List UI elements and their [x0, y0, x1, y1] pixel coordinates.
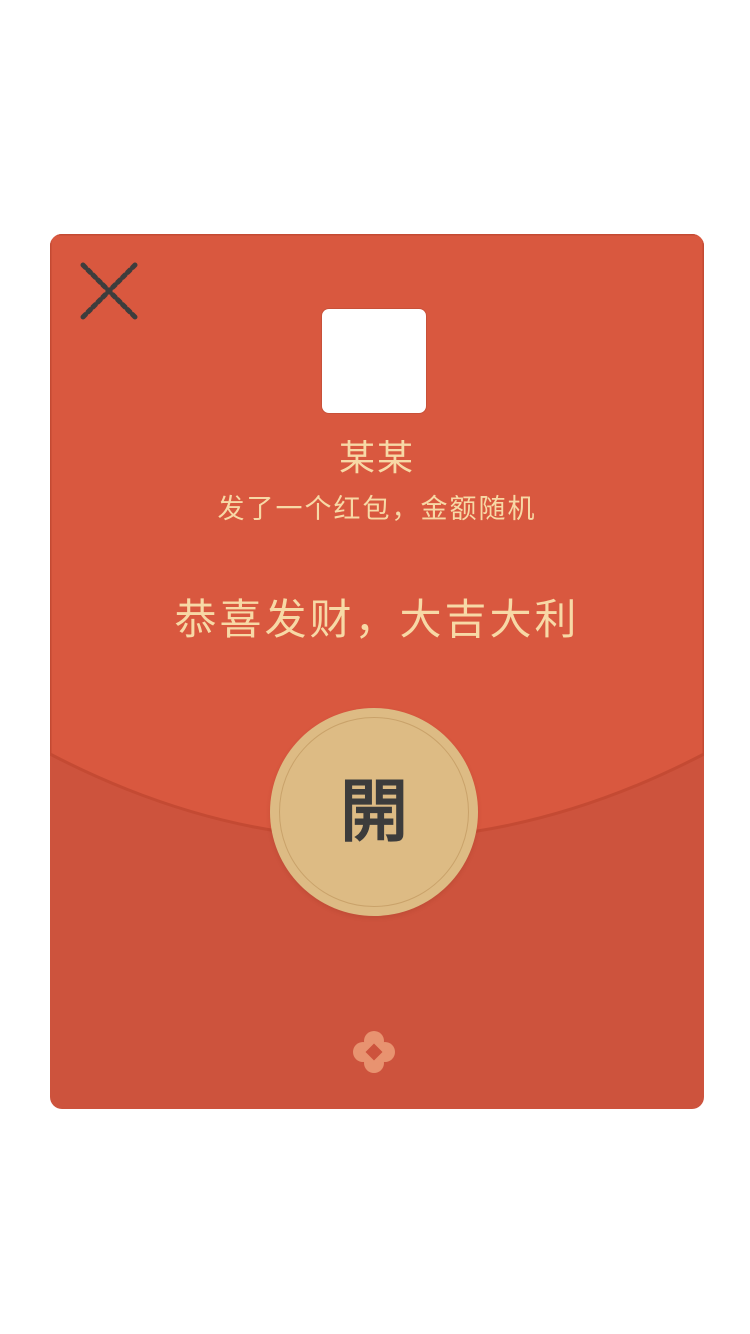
sender-name: 某某: [338, 438, 415, 479]
close-button[interactable]: [78, 260, 140, 322]
open-button-label: 開: [339, 772, 408, 852]
sender-avatar: [322, 309, 426, 413]
envelope-subtitle: 发了一个红包，金额随机: [217, 494, 537, 525]
close-icon: [80, 262, 138, 320]
flower-icon: [353, 1031, 395, 1073]
greeting-text: 恭喜发财，大吉大利: [174, 595, 580, 644]
open-button[interactable]: 開: [270, 708, 478, 916]
red-envelope: 某某 发了一个红包，金额随机 恭喜发财，大吉大利 開: [50, 234, 704, 1109]
screen: 某某 发了一个红包，金额随机 恭喜发财，大吉大利 開: [0, 0, 750, 1334]
